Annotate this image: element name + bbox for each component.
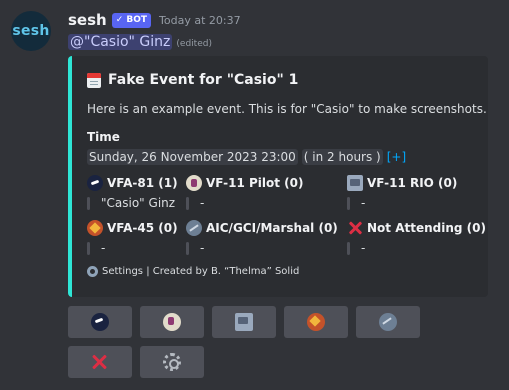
- message-header: sesh ✓ BOT Today at 20:37: [68, 11, 241, 29]
- signup-vfa-81-button[interactable]: [68, 306, 132, 338]
- cross-mark-icon: [91, 353, 109, 371]
- user-mention[interactable]: @"Casio" Ginz: [68, 34, 173, 50]
- satellite-dish-icon: [186, 220, 202, 236]
- embed-description: Here is an example event. This is for "C…: [87, 102, 487, 116]
- field-value: "Casio" Ginz: [101, 196, 176, 210]
- time-label: Time: [87, 130, 120, 144]
- embed-footer: Settings | Created by B. “Thelma” Solid: [87, 266, 299, 277]
- field-vfa-81: VFA-81 (1) "Casio" Ginz: [87, 175, 178, 210]
- field-name: Not Attending (0): [367, 221, 486, 235]
- gear-icon: [87, 266, 98, 277]
- footer-text: Settings | Created by B. “Thelma” Solid: [102, 266, 300, 277]
- field-aic-gci-marshal: AIC/GCI/Marshal (0) -: [186, 220, 338, 255]
- event-embed: Fake Event for "Casio" 1 Here is an exam…: [68, 56, 488, 297]
- field-value: -: [200, 241, 205, 255]
- bot-tag: ✓ BOT: [111, 12, 152, 28]
- gear-icon: [163, 353, 181, 371]
- signup-vf-11-rio-button[interactable]: [212, 306, 276, 338]
- field-vf-11-pilot: VF-11 Pilot (0) -: [186, 175, 303, 210]
- field-name: VFA-45 (0): [107, 221, 178, 235]
- squadron-45-icon: [87, 220, 103, 236]
- time-row: Sunday, 26 November 2023 23:00 ( in 2 ho…: [87, 149, 406, 165]
- avatar-text: sesh: [12, 23, 50, 39]
- avatar[interactable]: sesh: [11, 11, 51, 51]
- field-value: -: [361, 196, 366, 210]
- pilot-icon: [163, 313, 181, 331]
- field-value: -: [361, 241, 366, 255]
- field-value: -: [200, 196, 205, 210]
- field-name: VFA-81 (1): [107, 176, 178, 190]
- field-vfa-45: VFA-45 (0) -: [87, 220, 178, 255]
- field-vf-11-rio: VF-11 RIO (0) -: [347, 175, 457, 210]
- calendar-icon: [87, 72, 101, 88]
- field-name: VF-11 Pilot (0): [206, 176, 304, 190]
- jet-icon: [91, 313, 109, 331]
- field-not-attending: Not Attending (0) -: [347, 220, 486, 255]
- field-value: -: [101, 241, 106, 255]
- event-time[interactable]: Sunday, 26 November 2023 23:00: [87, 149, 298, 165]
- squadron-45-icon: [307, 313, 325, 331]
- message-content: @"Casio" Ginz (edited): [68, 34, 212, 50]
- not-attending-button[interactable]: [68, 346, 132, 378]
- signup-vfa-45-button[interactable]: [284, 306, 348, 338]
- pilot-icon: [186, 175, 202, 191]
- timestamp[interactable]: Today at 20:37: [159, 14, 241, 27]
- username[interactable]: sesh: [68, 11, 107, 29]
- embed-title-text: Fake Event for "Casio" 1: [108, 72, 299, 88]
- satellite-dish-icon: [379, 313, 397, 331]
- rio-icon: [235, 313, 253, 331]
- cross-mark-icon: [347, 220, 363, 236]
- signup-vf-11-pilot-button[interactable]: [140, 306, 204, 338]
- edited-label: (edited): [176, 39, 212, 49]
- settings-button[interactable]: [140, 346, 204, 378]
- signup-aic-gci-marshal-button[interactable]: [356, 306, 420, 338]
- rio-icon: [347, 175, 363, 191]
- event-relative-time[interactable]: ( in 2 hours ): [301, 149, 383, 165]
- add-to-calendar-link[interactable]: [+]: [387, 150, 406, 164]
- field-name: AIC/GCI/Marshal (0): [206, 221, 338, 235]
- jet-icon: [87, 175, 103, 191]
- field-name: VF-11 RIO (0): [367, 176, 458, 190]
- embed-title: Fake Event for "Casio" 1: [87, 72, 298, 88]
